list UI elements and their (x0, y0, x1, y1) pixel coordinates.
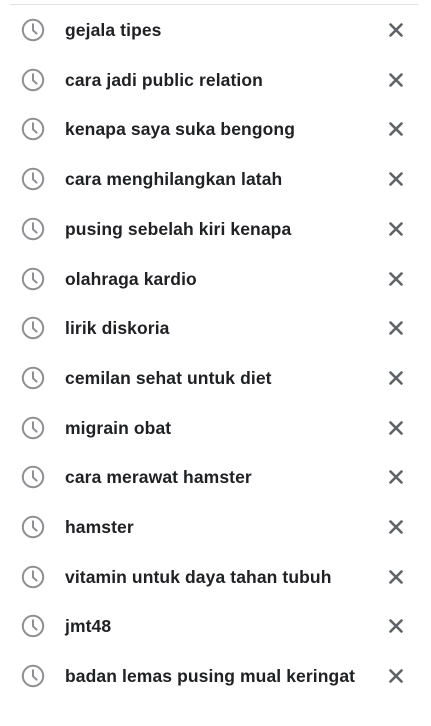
remove-history-button[interactable] (384, 217, 408, 241)
history-clock-icon (21, 416, 45, 439)
search-history-query: cemilan sehat untuk diet (65, 367, 272, 388)
search-history-query: hamster (65, 517, 134, 537)
close-icon (389, 122, 403, 137)
remove-history-button[interactable] (384, 267, 408, 291)
close-icon (389, 470, 403, 485)
search-history-query: cara jadi public relation (65, 69, 263, 90)
history-clock-icon (21, 515, 45, 539)
close-icon (389, 72, 403, 87)
search-history-query: gejala tipes (65, 20, 162, 40)
search-history-item[interactable]: badan lemas pusing mual keringat (0, 664, 431, 726)
remove-history-button[interactable] (384, 614, 408, 638)
history-clock-icon (21, 466, 45, 489)
close-icon (389, 619, 403, 634)
search-history-query: kenapa saya suka bengong (65, 119, 295, 140)
remove-history-button[interactable] (384, 366, 408, 390)
close-icon (389, 321, 403, 335)
remove-history-button[interactable] (384, 416, 408, 440)
close-icon (389, 520, 403, 534)
history-clock-icon (21, 615, 45, 638)
history-clock-icon (21, 68, 45, 91)
history-clock-icon (21, 217, 45, 240)
history-clock-icon (21, 316, 45, 340)
history-clock-icon (21, 18, 45, 42)
remove-history-button[interactable] (384, 465, 408, 489)
search-history-query: badan lemas pusing mual keringat (65, 666, 356, 687)
close-icon (389, 569, 403, 584)
remove-history-button[interactable] (384, 664, 408, 688)
history-clock-icon (21, 366, 45, 390)
remove-history-button[interactable] (384, 117, 408, 141)
search-history-query: migrain obat (65, 417, 172, 438)
remove-history-button[interactable] (384, 565, 408, 589)
close-icon (389, 420, 403, 435)
search-history-query: jmt48 (65, 616, 112, 637)
close-icon (389, 221, 403, 236)
history-clock-icon (21, 664, 45, 688)
search-history-query: vitamin untuk daya tahan tubuh (65, 566, 332, 587)
history-clock-icon (21, 167, 45, 191)
search-history-query: pusing sebelah kiri kenapa (65, 218, 292, 239)
close-icon (389, 23, 403, 37)
top-divider (10, 4, 419, 5)
remove-history-button[interactable] (384, 68, 408, 92)
history-clock-icon (21, 118, 45, 141)
close-icon (389, 271, 403, 286)
remove-history-button[interactable] (384, 167, 408, 191)
history-clock-icon (21, 267, 45, 290)
remove-history-button[interactable] (384, 18, 408, 42)
remove-history-button[interactable] (384, 316, 408, 340)
search-history-query: cara menghilangkan latah (65, 169, 283, 190)
close-icon (389, 371, 403, 385)
close-icon (389, 669, 403, 683)
search-history-query: lirik diskoria (65, 318, 170, 339)
history-clock-icon (21, 565, 45, 588)
search-history-query: olahraga kardio (65, 268, 197, 289)
close-icon (389, 172, 403, 186)
remove-history-button[interactable] (384, 515, 408, 539)
search-history-query: cara merawat hamster (65, 467, 252, 488)
